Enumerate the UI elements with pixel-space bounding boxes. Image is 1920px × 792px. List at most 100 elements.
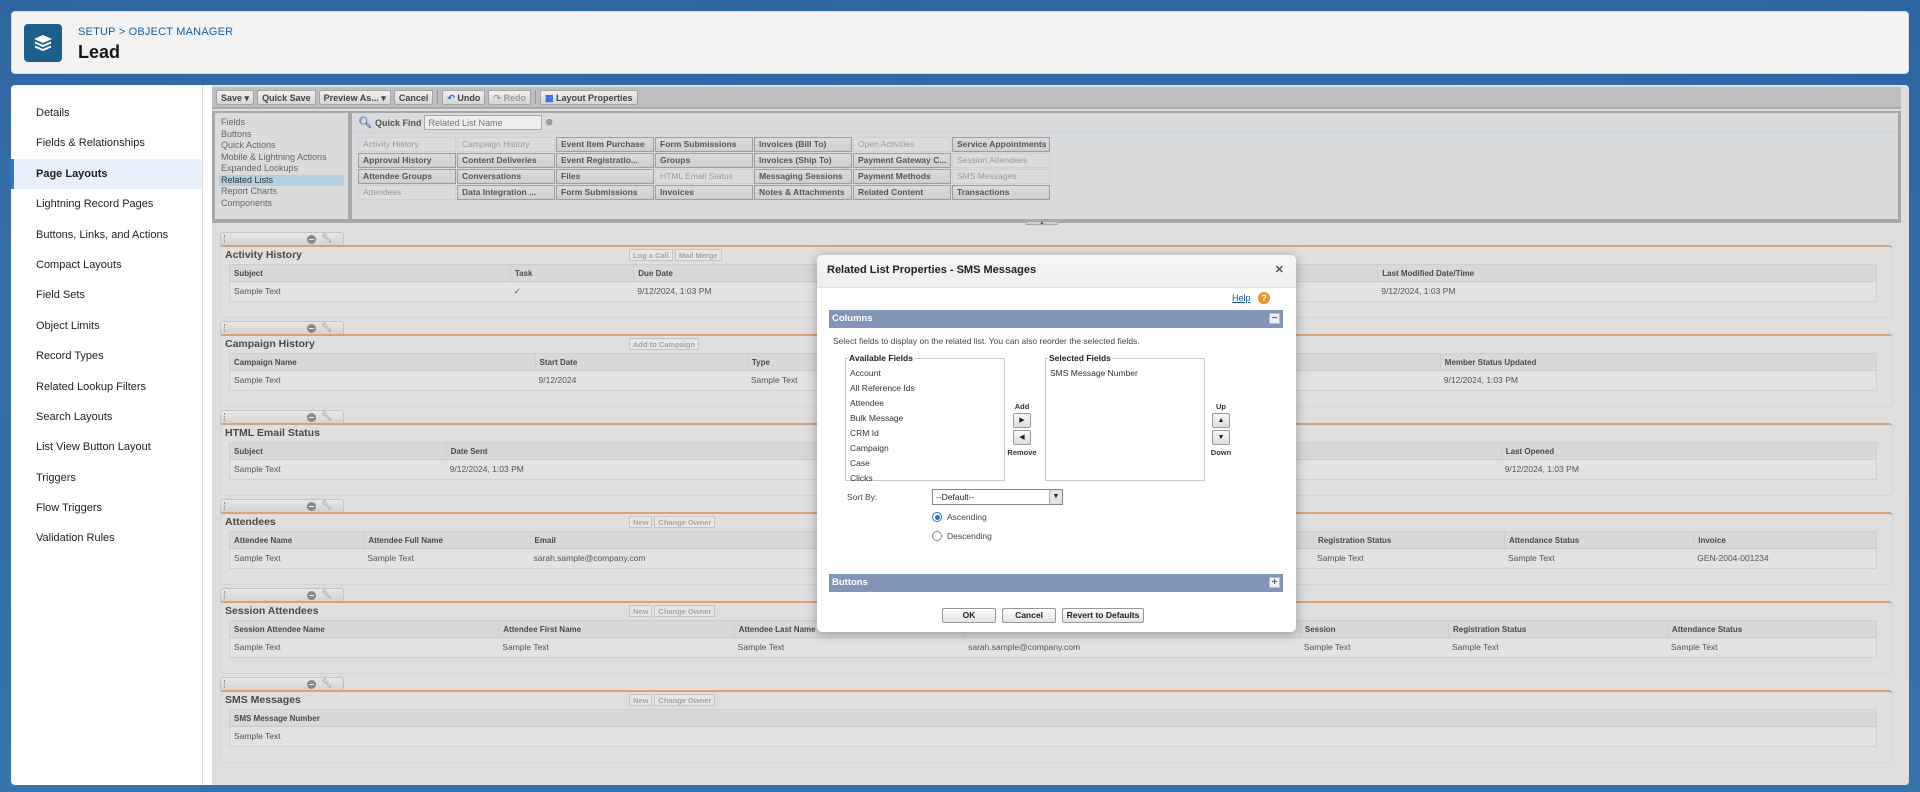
collapse-icon[interactable]: −	[1269, 313, 1280, 324]
sidebar-item[interactable]: Fields & Relationships	[11, 128, 202, 158]
palette-item[interactable]: Related Content	[853, 185, 951, 200]
help-icon[interactable]: ?	[1258, 292, 1270, 304]
palette-item[interactable]: Transactions	[952, 185, 1050, 200]
wrench-icon[interactable]: 🔧︎	[321, 500, 332, 511]
remove-icon[interactable]	[307, 324, 316, 333]
move-down-button[interactable]: ▼	[1212, 430, 1230, 445]
sidebar-item[interactable]: Field Sets	[11, 280, 202, 310]
palette-item[interactable]: Attendee Groups	[358, 169, 456, 184]
available-fields-list[interactable]: Available Fields Account All Reference Id…	[845, 353, 1005, 483]
palette-item[interactable]: Groups	[655, 153, 753, 168]
section-button[interactable]: Add to Campaign	[629, 338, 700, 350]
quick-find-input[interactable]	[424, 115, 543, 130]
section-button[interactable]: Log a Call	[629, 249, 673, 261]
remove-icon[interactable]	[307, 680, 316, 689]
section-button[interactable]: New	[629, 694, 653, 706]
palette-category[interactable]: Report Charts	[219, 186, 344, 198]
palette-item[interactable]: Content Deliveries	[457, 153, 555, 168]
available-field-option[interactable]: Account	[846, 366, 1004, 381]
clear-icon[interactable]: ⊗	[545, 117, 553, 128]
palette-item[interactable]: Invoices (Ship To)	[754, 153, 852, 168]
sidebar-item[interactable]: Triggers	[11, 463, 202, 493]
selected-fields-list[interactable]: Selected Fields SMS Message Number	[1045, 353, 1205, 481]
palette-item[interactable]: Attendees	[358, 185, 456, 200]
sidebar-item[interactable]: Flow Triggers	[11, 493, 202, 523]
drag-handle-icon[interactable]	[224, 591, 225, 599]
palette-item[interactable]: Service Appointments	[952, 137, 1050, 152]
related-list-section[interactable]: 🔧︎ SMS Messages New Change Owner SMS Message…	[220, 677, 1893, 763]
available-field-option[interactable]: Clicks	[846, 471, 1004, 486]
section-button[interactable]: New	[629, 516, 653, 528]
sidebar-item[interactable]: Validation Rules	[11, 523, 202, 553]
palette-item[interactable]: Invoices	[655, 185, 753, 200]
section-tab[interactable]: 🔧︎	[220, 232, 344, 245]
drag-handle-icon[interactable]	[224, 235, 225, 243]
move-up-button[interactable]: ▲	[1212, 413, 1230, 428]
section-button[interactable]: Change Owner	[654, 605, 716, 617]
section-tab[interactable]: 🔧︎	[220, 321, 344, 334]
help-link[interactable]: Help	[1232, 293, 1251, 303]
sidebar-item[interactable]: Lightning Record Pages	[11, 189, 202, 219]
palette-category[interactable]: Expanded Lookups	[219, 163, 344, 175]
radio-selected[interactable]	[932, 512, 942, 522]
sidebar-item[interactable]: Search Layouts	[11, 402, 202, 432]
palette-item[interactable]: Data Integration ...	[457, 185, 555, 200]
palette-item[interactable]: Messaging Sessions	[754, 169, 852, 184]
ascending-radio[interactable]: Ascending	[932, 512, 987, 522]
palette-item[interactable]: Payment Methods	[853, 169, 951, 184]
palette-category[interactable]: Components	[219, 198, 344, 210]
revert-to-defaults-button[interactable]: Revert to Defaults	[1062, 608, 1144, 623]
palette-category[interactable]: Fields	[219, 117, 344, 129]
palette-item[interactable]: SMS Messages	[952, 169, 1050, 184]
breadcrumb[interactable]: SETUP > OBJECT MANAGER	[78, 26, 233, 38]
drag-handle-icon[interactable]	[224, 502, 225, 510]
selected-field-option[interactable]: SMS Message Number	[1046, 366, 1204, 381]
sidebar-item[interactable]: Buttons, Links, and Actions	[11, 220, 202, 250]
section-tab[interactable]: 🔧︎	[220, 499, 344, 512]
remove-icon[interactable]	[307, 413, 316, 422]
sidebar-item[interactable]: Page Layouts	[11, 158, 202, 190]
palette-item[interactable]: Activity History	[358, 137, 456, 152]
palette-category[interactable]: Quick Actions	[219, 140, 344, 152]
section-button[interactable]: Mail Merge	[674, 249, 722, 261]
section-button[interactable]: New	[629, 605, 653, 617]
remove-icon[interactable]	[307, 591, 316, 600]
buttons-section-header[interactable]: Buttons +	[829, 574, 1283, 592]
palette-item[interactable]: Conversations	[457, 169, 555, 184]
drag-handle-icon[interactable]	[224, 413, 225, 421]
available-field-option[interactable]: Case	[846, 456, 1004, 471]
palette-item[interactable]: Session Attendees	[952, 153, 1050, 168]
ok-button[interactable]: OK	[942, 608, 996, 623]
descending-radio[interactable]: Descending	[932, 531, 992, 541]
palette-item[interactable]: Files	[556, 169, 654, 184]
palette-item[interactable]: Event Registratio...	[556, 153, 654, 168]
add-button[interactable]: ▶	[1013, 413, 1031, 428]
palette-category[interactable]: Buttons	[219, 129, 344, 141]
available-field-option[interactable]: Attendee	[846, 396, 1004, 411]
available-field-option[interactable]: Campaign	[846, 441, 1004, 456]
section-tab[interactable]: 🔧︎	[220, 588, 344, 601]
wrench-icon[interactable]: 🔧︎	[321, 589, 332, 600]
section-tab[interactable]: 🔧︎	[220, 410, 344, 423]
redo-button[interactable]: ↷ Redo	[488, 89, 531, 105]
sort-by-select[interactable]: --Default-- ▼	[932, 489, 1063, 505]
sidebar-item[interactable]: Compact Layouts	[11, 250, 202, 280]
palette-item[interactable]: Form Submissions	[655, 137, 753, 152]
palette-resize-handle[interactable]: ▲	[1026, 221, 1058, 226]
remove-icon[interactable]	[307, 502, 316, 511]
sidebar-item[interactable]: Object Limits	[11, 311, 202, 341]
palette-item[interactable]: Invoices (Bill To)	[754, 137, 852, 152]
wrench-icon[interactable]: 🔧︎	[321, 411, 332, 422]
layout-properties-button[interactable]: ▦ Layout Properties	[539, 89, 638, 105]
wrench-icon[interactable]: 🔧︎	[321, 233, 332, 244]
available-field-option[interactable]: All Reference Ids	[846, 381, 1004, 396]
drag-handle-icon[interactable]	[224, 680, 225, 688]
undo-button[interactable]: ↶ Undo	[442, 89, 486, 105]
sidebar-item[interactable]: Related Lookup Filters	[11, 372, 202, 402]
palette-item[interactable]: Approval History	[358, 153, 456, 168]
section-button[interactable]: Change Owner	[654, 516, 716, 528]
sidebar-item[interactable]: Record Types	[11, 341, 202, 371]
remove-icon[interactable]	[307, 235, 316, 244]
drag-handle-icon[interactable]	[224, 324, 225, 332]
columns-section-header[interactable]: Columns −	[829, 310, 1283, 328]
